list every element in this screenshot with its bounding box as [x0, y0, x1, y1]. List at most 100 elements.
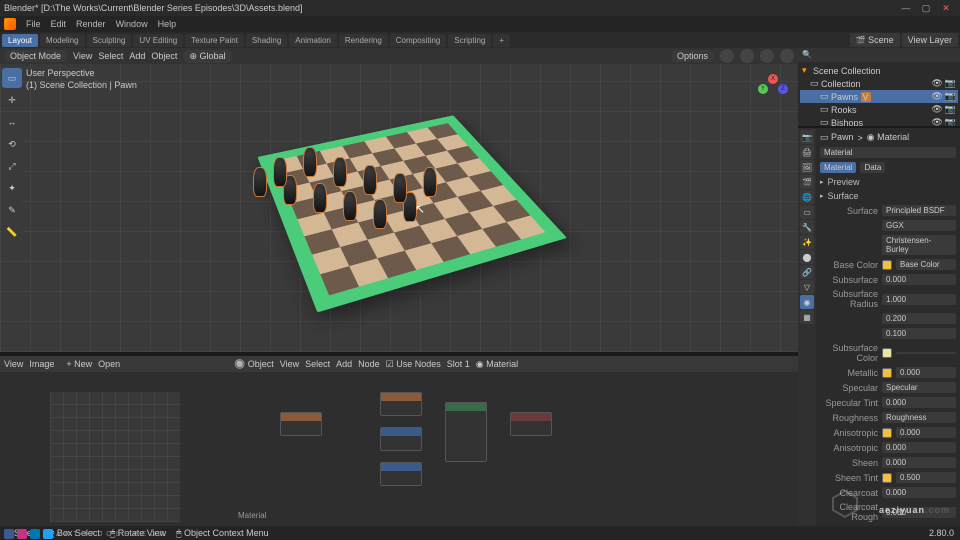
shading-solid[interactable]	[740, 49, 754, 63]
node-editor-area[interactable]: Material	[230, 372, 798, 526]
vp-menu-object[interactable]: Object	[151, 51, 177, 61]
node-menu-select[interactable]: Select	[305, 359, 330, 369]
shader-node[interactable]	[380, 462, 422, 486]
tool-move[interactable]: ↔	[2, 112, 22, 132]
img-new-button[interactable]: + New	[66, 359, 92, 369]
outliner-root[interactable]: ▾Scene Collection	[800, 64, 958, 77]
shader-node[interactable]	[510, 412, 552, 436]
prop-tab-object[interactable]: ▭	[800, 205, 814, 219]
property-row[interactable]: RoughnessRoughness	[820, 410, 956, 425]
maximize-button[interactable]: ▢	[916, 3, 936, 14]
distribution[interactable]: GGX	[882, 220, 956, 231]
shader-node[interactable]	[380, 427, 422, 451]
prop-tab-texture[interactable]: ▦	[800, 310, 814, 324]
img-menu-image[interactable]: Image	[29, 359, 54, 369]
data-tab[interactable]: Data	[860, 162, 885, 173]
minimize-button[interactable]: —	[896, 3, 916, 13]
workspace-animation[interactable]: Animation	[289, 34, 337, 47]
menu-render[interactable]: Render	[76, 19, 106, 29]
orientation-selector[interactable]: ⊕ Global	[183, 50, 231, 63]
tool-rotate[interactable]: ⟲	[2, 134, 22, 154]
scene-selector[interactable]: 🎬 Scene	[850, 33, 900, 47]
close-button[interactable]: ✕	[936, 3, 956, 14]
property-row[interactable]: 0.100	[820, 326, 956, 341]
image-editor-area[interactable]	[0, 372, 230, 526]
property-row[interactable]: Anisotropic0.000	[820, 440, 956, 455]
workspace-sculpting[interactable]: Sculpting	[87, 34, 132, 47]
3d-viewport[interactable]: User Perspective (1) Scene Collection | …	[0, 64, 798, 352]
shading-rendered[interactable]	[780, 49, 794, 63]
outliner-item[interactable]: ▭Rooks👁📷	[800, 103, 958, 116]
workspace-uv[interactable]: UV Editing	[133, 34, 183, 47]
viewlayer-selector[interactable]: View Layer	[902, 33, 958, 47]
use-nodes-toggle[interactable]: ☑ Use Nodes	[386, 359, 441, 370]
vp-menu-select[interactable]: Select	[98, 51, 123, 61]
sss-method[interactable]: Christensen-Burley	[882, 235, 956, 255]
menu-window[interactable]: Window	[116, 19, 148, 29]
outliner-item[interactable]: ▭Bishops👁📷	[800, 116, 958, 128]
prop-tab-constraint[interactable]: 🔗	[800, 265, 814, 279]
workspace-scripting[interactable]: Scripting	[448, 34, 491, 47]
material-slot[interactable]: Material	[820, 147, 956, 158]
workspace-texpaint[interactable]: Texture Paint	[185, 34, 244, 47]
material-tab[interactable]: Material	[820, 162, 856, 173]
property-row[interactable]: Metallic0.000	[820, 365, 956, 380]
property-row[interactable]: Subsurface0.000	[820, 272, 956, 287]
img-menu-view[interactable]: View	[4, 359, 23, 369]
prop-tab-data[interactable]: ▽	[800, 280, 814, 294]
tool-cursor[interactable]: ✛	[2, 90, 22, 110]
prop-tab-world[interactable]: 🌐	[800, 190, 814, 204]
shader-node[interactable]	[445, 402, 487, 462]
vp-menu-view[interactable]: View	[73, 51, 92, 61]
outliner-item[interactable]: ▭Pawns V👁📷	[800, 90, 958, 103]
workspace-add[interactable]: +	[493, 34, 510, 47]
workspace-compositing[interactable]: Compositing	[390, 34, 446, 47]
tool-scale[interactable]: ⤢	[2, 156, 22, 176]
node-object-mode[interactable]: 🔘 Object	[234, 359, 274, 370]
prop-tab-render[interactable]: 📷	[800, 130, 814, 144]
shading-lookdev[interactable]	[760, 49, 774, 63]
workspace-rendering[interactable]: Rendering	[339, 34, 388, 47]
prop-tab-modifier[interactable]: 🔧	[800, 220, 814, 234]
img-open-button[interactable]: Open	[98, 359, 120, 369]
prop-tab-material[interactable]: ◉	[800, 295, 814, 309]
node-material-selector[interactable]: ◉ Material	[476, 359, 518, 370]
prop-tab-output[interactable]: 🖨	[800, 145, 814, 159]
workspace-layout[interactable]: Layout	[2, 34, 38, 47]
node-menu-node[interactable]: Node	[358, 359, 380, 369]
surface-shader[interactable]: Principled BSDF	[882, 205, 956, 216]
workspace-shading[interactable]: Shading	[246, 34, 287, 47]
prop-tab-particle[interactable]: ✨	[800, 235, 814, 249]
workspace-modeling[interactable]: Modeling	[40, 34, 84, 47]
nav-gizmo[interactable]: X Y Z	[758, 74, 788, 104]
prop-tab-viewlayer[interactable]: 🖼	[800, 160, 814, 174]
property-row[interactable]: Subsurface Radius1.000	[820, 287, 956, 311]
property-row[interactable]: 0.200	[820, 311, 956, 326]
shading-wireframe[interactable]	[720, 49, 734, 63]
section-surface[interactable]: Surface	[820, 189, 956, 203]
prop-tab-physics[interactable]: ⬤	[800, 250, 814, 264]
property-row[interactable]: Base ColorBase Color	[820, 257, 956, 272]
prop-tab-scene[interactable]: 🎬	[800, 175, 814, 189]
shader-node[interactable]	[380, 392, 422, 416]
shader-node[interactable]	[280, 412, 322, 436]
tool-annotate[interactable]: ✎	[2, 200, 22, 220]
property-row[interactable]: Subsurface Color	[820, 341, 956, 365]
menu-edit[interactable]: Edit	[51, 19, 67, 29]
menu-file[interactable]: File	[26, 19, 41, 29]
node-menu-add[interactable]: Add	[336, 359, 352, 369]
mode-selector[interactable]: Object Mode	[4, 50, 67, 62]
tool-transform[interactable]: ✦	[2, 178, 22, 198]
node-menu-view[interactable]: View	[280, 359, 299, 369]
outliner-item[interactable]: ▭Collection👁📷	[800, 77, 958, 90]
property-row[interactable]: Specular Tint0.000	[820, 395, 956, 410]
property-row[interactable]: Anisotropic0.000	[820, 425, 956, 440]
slot-selector[interactable]: Slot 1	[447, 359, 470, 369]
section-preview[interactable]: Preview	[820, 175, 956, 189]
tool-select[interactable]: ▭	[2, 68, 22, 88]
options-dropdown[interactable]: Options	[671, 50, 714, 62]
tool-measure[interactable]: 📏	[2, 222, 22, 242]
vp-menu-add[interactable]: Add	[129, 51, 145, 61]
property-row[interactable]: Sheen Tint0.500	[820, 470, 956, 485]
property-row[interactable]: Sheen0.000	[820, 455, 956, 470]
